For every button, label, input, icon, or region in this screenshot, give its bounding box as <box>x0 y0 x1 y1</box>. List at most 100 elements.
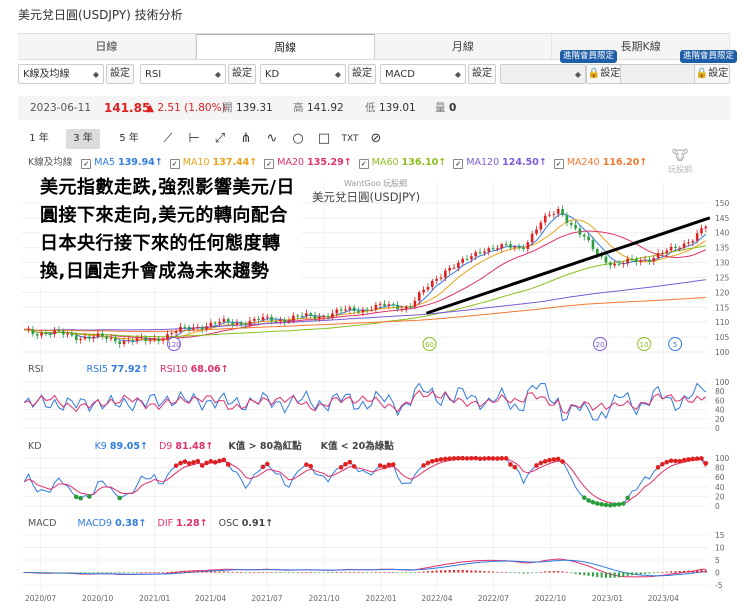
candle-body <box>496 248 499 250</box>
macd-histogram-bar <box>500 571 503 573</box>
macd-histogram-bar <box>648 572 651 574</box>
macd-histogram-bar <box>331 572 334 574</box>
time-tick-label: 2021/10 <box>308 594 339 603</box>
macd-histogram-bar <box>144 572 147 573</box>
dif-number: 1.28 <box>176 518 200 529</box>
candle-body <box>643 259 647 261</box>
macd-histogram-bar <box>83 572 86 574</box>
macd-histogram-bar <box>296 572 299 574</box>
kd-red-dot <box>486 456 492 461</box>
candle-body <box>48 333 52 335</box>
macd-histogram-bar <box>353 572 356 573</box>
macd-histogram-bar <box>366 572 369 574</box>
candle-body <box>622 263 625 265</box>
macd-histogram-bar <box>609 572 612 578</box>
macd-histogram-bar <box>322 572 325 574</box>
kd-red-dot <box>178 460 183 466</box>
price-tick-label: 145 <box>715 214 730 223</box>
macd-histogram-bar <box>631 572 634 576</box>
macd-histogram-bar <box>700 569 703 573</box>
candle-body <box>339 309 343 311</box>
price-tick-label: 150 <box>715 199 730 208</box>
kd-red-dot <box>447 456 452 461</box>
macd-histogram-bar <box>192 571 195 573</box>
candle-body <box>704 226 708 229</box>
kd-red-dot <box>469 455 474 461</box>
macd-histogram-bar <box>201 571 204 573</box>
candle-body <box>205 326 208 330</box>
macd-histogram-bar <box>361 572 364 574</box>
candle-body <box>31 329 35 335</box>
pane-tick-label: 100 <box>715 454 730 463</box>
macd-histogram-bar <box>487 571 490 573</box>
macd-histogram-bar <box>49 572 52 574</box>
price-tick-label: 125 <box>715 273 730 282</box>
macd-histogram-bar <box>88 572 91 574</box>
candle-body <box>187 326 191 330</box>
macd-histogram-bar <box>544 571 547 573</box>
candle-body <box>565 215 569 223</box>
candle-body <box>613 263 616 266</box>
macd-legend: MACD MACD9 0.38↑ DIF 1.28↑ OSC 0.91↑ <box>28 518 273 530</box>
candle-body <box>430 280 434 287</box>
candle-body <box>235 322 239 325</box>
oscillator-line <box>24 559 706 577</box>
candle-body <box>487 248 491 252</box>
macd-title: MACD <box>28 518 57 529</box>
candle-body <box>61 330 65 335</box>
kd-red-dot <box>304 462 309 467</box>
rsi5-name: RSI5 <box>86 364 108 375</box>
kd-note-red: K值 > 80為紅點 <box>228 441 302 452</box>
kd-red-dot <box>482 456 487 461</box>
candle-body <box>179 326 182 332</box>
macd-histogram-bar <box>496 571 499 573</box>
candle-body <box>300 315 304 317</box>
kd-red-dot <box>343 461 348 467</box>
kd-green-dot <box>594 501 600 506</box>
oscillator-line <box>23 457 707 506</box>
candle-body <box>661 252 664 254</box>
kd-red-dot <box>681 457 687 463</box>
candle-body <box>213 322 217 324</box>
pane-tick-label: 100 <box>715 378 730 387</box>
candle-body <box>513 246 517 248</box>
kd-green-dot <box>616 502 622 507</box>
macd-histogram-bar <box>661 572 664 573</box>
macd-histogram-bar <box>444 570 447 573</box>
candle-body <box>648 259 651 262</box>
rsi5-number: 77.92 <box>110 364 142 375</box>
macd-histogram-bar <box>522 572 525 574</box>
k9-value: 89.05↑ <box>109 441 148 452</box>
d9-name: D9 <box>158 441 173 452</box>
dif-name: DIF <box>157 518 174 529</box>
kd-red-dot <box>199 463 205 468</box>
kd-red-dot <box>351 464 357 469</box>
candle-body <box>674 246 677 248</box>
technical-chart[interactable]: 120 60 20 10 5 10010511011512012513013514014… <box>0 0 740 607</box>
candle-body <box>461 258 464 263</box>
macd-histogram-bar <box>318 572 321 574</box>
kd-green-dot <box>590 499 596 505</box>
time-tick-label: 2020/07 <box>25 594 56 603</box>
macd-histogram-bar <box>626 572 629 576</box>
ma-cross-marker-label: 60 <box>425 341 434 349</box>
kd-red-dot <box>382 464 387 470</box>
candle-body <box>79 338 82 340</box>
ma-cross-marker-label: 20 <box>596 341 605 349</box>
kd-red-dot <box>421 463 426 468</box>
candle-body <box>114 337 117 342</box>
pane-tick-label: 40 <box>715 483 725 492</box>
kd-red-dot <box>386 462 392 468</box>
macd9-number: 0.38 <box>115 518 139 529</box>
macd-histogram-bar <box>44 572 47 574</box>
kd-red-dot <box>551 457 557 462</box>
macd-histogram-bar <box>101 572 104 574</box>
kd-red-dot <box>499 456 505 461</box>
candle-body <box>183 326 187 328</box>
macd-histogram-bar <box>396 572 399 574</box>
candle-body <box>74 335 78 340</box>
candle-body <box>483 251 486 253</box>
macd-histogram-bar <box>448 569 451 573</box>
macd-histogram-bar <box>162 572 165 573</box>
candle-body <box>635 259 638 263</box>
